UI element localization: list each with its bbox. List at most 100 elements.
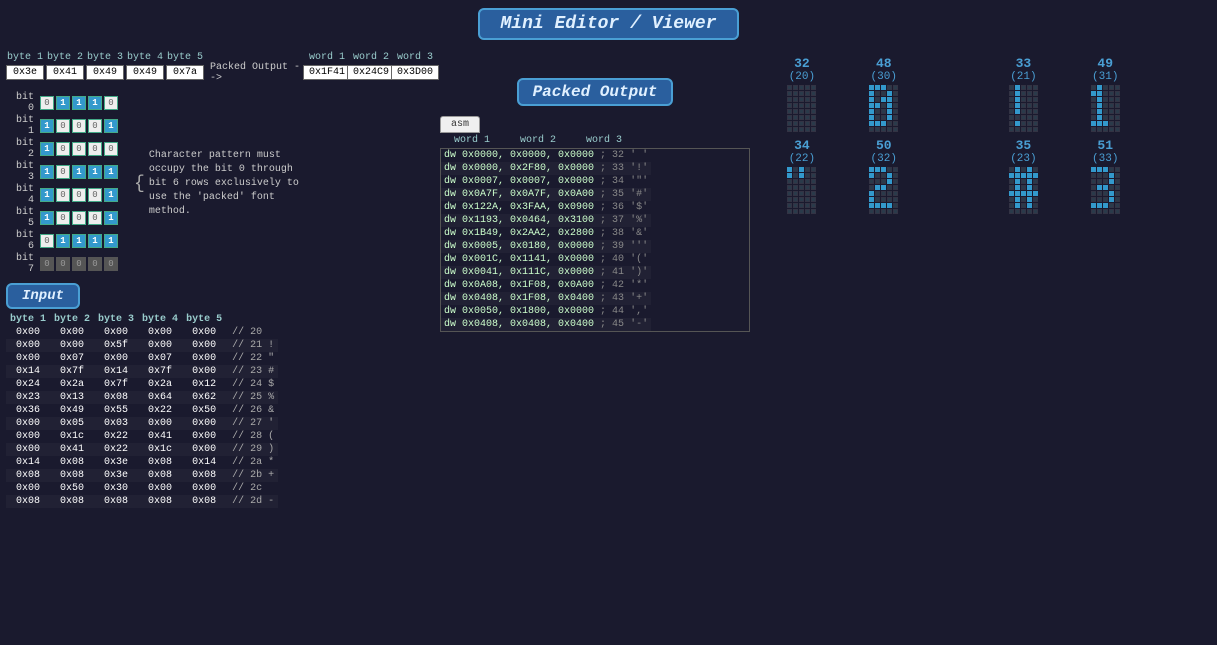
bit-cell-1-0[interactable]: 1 bbox=[40, 119, 54, 133]
bit-cell-6-1[interactable]: 1 bbox=[56, 234, 70, 248]
main-container: Mini Editor / Viewer byte 1 0x3e byte 2 … bbox=[0, 0, 1217, 645]
char-preview-32: 32(20) bbox=[762, 56, 842, 132]
bit-cell-1-3[interactable]: 0 bbox=[88, 119, 102, 133]
bit-cell-0-1[interactable]: 1 bbox=[56, 96, 70, 110]
packed-row: dw 0x0A08,0x1F08,0x0A00; 42'*' bbox=[441, 279, 651, 292]
table-row: 0x080x080x3e0x080x08// 2b + bbox=[6, 469, 278, 482]
bit-cell-5-4[interactable]: 1 bbox=[104, 211, 118, 225]
packed-row: dw 0x001C,0x1141,0x0000; 40'(' bbox=[441, 253, 651, 266]
char-grid: 32(20)48(30)33(21)49(31)34(22)50(32)35(2… bbox=[754, 48, 1211, 222]
bit-cell-1-4[interactable]: 1 bbox=[104, 119, 118, 133]
bit-cell-5-2[interactable]: 0 bbox=[72, 211, 86, 225]
word-col-3: word 3 0x3D00 bbox=[394, 52, 436, 80]
char-preview-51: 51(33) bbox=[1065, 138, 1145, 214]
packed-table-container[interactable]: dw 0x0000,0x0000,0x0000; 32' 'dw 0x0000,… bbox=[440, 148, 750, 332]
bit-row-3: bit 310111 bbox=[6, 161, 118, 183]
packed-output-title: Packed Output bbox=[517, 78, 674, 106]
bit-cell-2-1[interactable]: 0 bbox=[56, 142, 70, 156]
bit-cell-6-4[interactable]: 1 bbox=[104, 234, 118, 248]
bit-cell-4-3[interactable]: 0 bbox=[88, 188, 102, 202]
word-col-2: word 2 0x24C9 bbox=[350, 52, 392, 80]
bit-cell-0-2[interactable]: 1 bbox=[72, 96, 86, 110]
bit-cell-2-2[interactable]: 0 bbox=[72, 142, 86, 156]
bit-cell-4-4[interactable]: 1 bbox=[104, 188, 118, 202]
bit-cell-5-1[interactable]: 0 bbox=[56, 211, 70, 225]
bit-cell-3-0[interactable]: 1 bbox=[40, 165, 54, 179]
input-label: Input bbox=[6, 283, 80, 309]
input-section: Input byte 1byte 2byte 3byte 4byte 5 0x0… bbox=[6, 283, 436, 508]
table-row: 0x000x000x000x000x00// 20 bbox=[6, 326, 278, 339]
packed-row: dw 0x0000,0x2F80,0x0000; 33'!' bbox=[441, 162, 651, 175]
table-row: 0x000x410x220x1c0x00// 29 ) bbox=[6, 443, 278, 456]
bit-rows: bit 001110bit 110001bit 210000bit 310111… bbox=[6, 92, 118, 275]
table-row: 0x000x1c0x220x410x00// 28 ( bbox=[6, 430, 278, 443]
bit-cell-6-2[interactable]: 1 bbox=[72, 234, 86, 248]
bit-cell-2-3[interactable]: 0 bbox=[88, 142, 102, 156]
table-row: 0x240x2a0x7f0x2a0x12// 24 $ bbox=[6, 378, 278, 391]
table-row: 0x000x070x000x070x00// 22 " bbox=[6, 352, 278, 365]
bit-cell-3-2[interactable]: 1 bbox=[72, 165, 86, 179]
bit-cell-5-3[interactable]: 0 bbox=[88, 211, 102, 225]
packed-word3-header: word 3 bbox=[574, 135, 634, 146]
bit-cell-7-2[interactable]: 0 bbox=[72, 257, 86, 271]
bit-cell-0-4[interactable]: 0 bbox=[104, 96, 118, 110]
table-row: 0x000x500x300x000x00// 2c bbox=[6, 482, 278, 495]
bit-cell-3-1[interactable]: 0 bbox=[56, 165, 70, 179]
char-preview-34: 34(22) bbox=[762, 138, 842, 214]
table-row: 0x080x080x080x080x08// 2d - bbox=[6, 495, 278, 508]
bit-row-7: bit 700000 bbox=[6, 253, 118, 275]
bit-cell-3-4[interactable]: 1 bbox=[104, 165, 118, 179]
packed-output-label: Packed Output bbox=[440, 78, 750, 110]
bit-cell-7-4[interactable]: 0 bbox=[104, 257, 118, 271]
middle-panel: Packed Output asm word 1 word 2 word 3 d… bbox=[440, 48, 750, 641]
bit-cell-4-2[interactable]: 0 bbox=[72, 188, 86, 202]
char-preview-49: 49(31) bbox=[1065, 56, 1145, 132]
table-row: 0x230x130x080x640x62// 25 % bbox=[6, 391, 278, 404]
packed-row: dw 0x0005,0x0180,0x0000; 39''' bbox=[441, 240, 651, 253]
char-preview-33: 33(21) bbox=[983, 56, 1063, 132]
bit-cell-6-0[interactable]: 0 bbox=[40, 234, 54, 248]
table-row: 0x360x490x550x220x50// 26 & bbox=[6, 404, 278, 417]
bit-cell-5-0[interactable]: 1 bbox=[40, 211, 54, 225]
bit-cell-4-0[interactable]: 1 bbox=[40, 188, 54, 202]
char-preview-48: 48(30) bbox=[844, 56, 924, 132]
packed-table: dw 0x0000,0x0000,0x0000; 32' 'dw 0x0000,… bbox=[441, 149, 651, 331]
bytes-header: byte 1 0x3e byte 2 0x41 byte 3 0x49 byte… bbox=[6, 48, 436, 84]
packed-word2-header: word 2 bbox=[508, 135, 568, 146]
bit-cell-7-1[interactable]: 0 bbox=[56, 257, 70, 271]
bit-grid-area: bit 001110bit 110001bit 210000bit 310111… bbox=[6, 92, 436, 275]
byte-col-4: byte 4 0x49 bbox=[126, 52, 164, 80]
bit-cell-0-3[interactable]: 1 bbox=[88, 96, 102, 110]
asm-tab[interactable]: asm bbox=[440, 116, 480, 133]
byte-col-2: byte 2 0x41 bbox=[46, 52, 84, 80]
bit-row-6: bit 601111 bbox=[6, 230, 118, 252]
bit-row-0: bit 001110 bbox=[6, 92, 118, 114]
packed-row: dw 0x0A7F,0x0A7F,0x0A00; 35'#' bbox=[441, 188, 651, 201]
packed-row: dw 0x0000,0x0000,0x0000; 32' ' bbox=[441, 149, 651, 162]
bit-cell-0-0[interactable]: 0 bbox=[40, 96, 54, 110]
bit-cell-1-2[interactable]: 0 bbox=[72, 119, 86, 133]
bit-row-2: bit 210000 bbox=[6, 138, 118, 160]
packed-col-headers: word 1 word 2 word 3 bbox=[440, 133, 750, 148]
table-row: 0x140x080x3e0x080x14// 2a * bbox=[6, 456, 278, 469]
packed-row: dw 0x1193,0x0464,0x3100; 37'%' bbox=[441, 214, 651, 227]
input-table-container[interactable]: byte 1byte 2byte 3byte 4byte 5 0x000x000… bbox=[6, 313, 436, 508]
table-row: 0x140x7f0x140x7f0x00// 23 # bbox=[6, 365, 278, 378]
byte-col-1: byte 1 0x3e bbox=[6, 52, 44, 80]
byte-col-5: byte 5 0x7a bbox=[166, 52, 204, 80]
packed-word1-header: word 1 bbox=[442, 135, 502, 146]
bit-row-5: bit 510001 bbox=[6, 207, 118, 229]
byte-col-3: byte 3 0x49 bbox=[86, 52, 124, 80]
packed-row: dw 0x0408,0x0408,0x0400; 45'-' bbox=[441, 318, 651, 331]
bit-cell-6-3[interactable]: 1 bbox=[88, 234, 102, 248]
char-preview-50: 50(32) bbox=[844, 138, 924, 214]
word-col-1: word 1 0x1F41 bbox=[306, 52, 348, 80]
bit-cell-3-3[interactable]: 1 bbox=[88, 165, 102, 179]
bit-cell-4-1[interactable]: 0 bbox=[56, 188, 70, 202]
bit-cell-2-0[interactable]: 1 bbox=[40, 142, 54, 156]
bit-cell-2-4[interactable]: 0 bbox=[104, 142, 118, 156]
packed-row: dw 0x1B49,0x2AA2,0x2800; 38'&' bbox=[441, 227, 651, 240]
bit-cell-7-3[interactable]: 0 bbox=[88, 257, 102, 271]
bit-cell-7-0[interactable]: 0 bbox=[40, 257, 54, 271]
bit-cell-1-1[interactable]: 0 bbox=[56, 119, 70, 133]
